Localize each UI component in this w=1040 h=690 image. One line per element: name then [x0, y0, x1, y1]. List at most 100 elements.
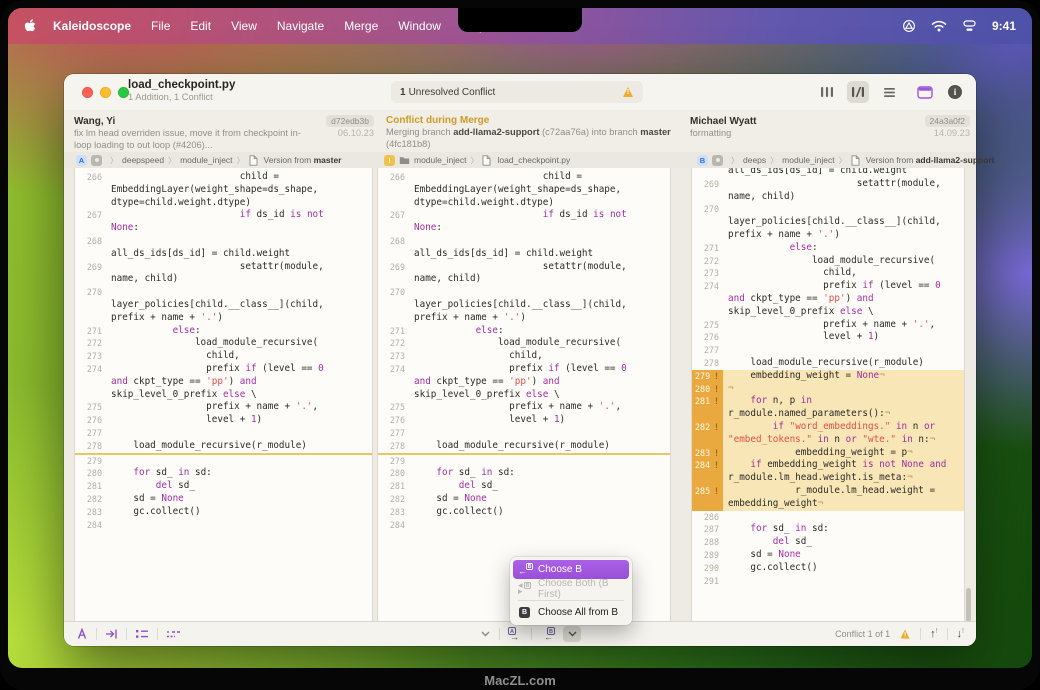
commit-info-row: Wang, Yi d72edb3b fix lm head overriden …: [64, 110, 976, 153]
code-line: 288 del sd_: [692, 536, 964, 549]
breadcrumb-file[interactable]: load_checkpoint.py: [482, 155, 570, 166]
choose-b-menu-chevron[interactable]: [563, 626, 581, 642]
merge-info: Conflict during Merge Merging branch add…: [386, 110, 672, 152]
code-line: 274 prefix if (level == 0: [692, 280, 964, 293]
scrollbar-thumb[interactable]: [966, 588, 971, 622]
line-number: 284: [75, 519, 106, 532]
next-conflict-button[interactable]: ↓!: [957, 628, 964, 640]
breadcrumb-item[interactable]: deepspeed: [122, 155, 164, 165]
chevron-down-icon[interactable]: [478, 627, 492, 641]
code-line: and ckpt_type == 'pp') and: [75, 376, 372, 389]
code-line: 273 child,: [692, 267, 964, 280]
indent-guides-icon[interactable]: [105, 628, 118, 640]
menu-item-merge[interactable]: Merge: [344, 19, 378, 33]
line-number: [378, 312, 409, 325]
code-line: 282 sd = None: [378, 493, 670, 506]
kaleidoscope-window: load_checkpoint.py 1 Addition, 1 Conflic…: [64, 74, 976, 646]
breadcrumb-file[interactable]: Version from master: [249, 155, 342, 166]
code-line: 273 child,: [75, 350, 372, 363]
choose-b-icon: B←: [518, 563, 533, 576]
breadcrumb-item[interactable]: deeps: [743, 155, 766, 165]
code-line: 269 setattr(module,: [75, 261, 372, 274]
code-line: 271 else:: [378, 325, 670, 338]
divider: [126, 628, 127, 640]
menu-item-kaleidoscope[interactable]: Kaleidoscope: [53, 19, 131, 33]
pane-base-code[interactable]: 266 child =EmbeddingLayer(weight_shape=d…: [377, 168, 671, 622]
line-number: 272: [692, 255, 723, 268]
code-line: 272 load_module_recursive(: [378, 337, 670, 350]
context-menu-item-choose-b[interactable]: B←Choose B: [513, 560, 629, 579]
code-line: 274 prefix if (level == 0: [378, 363, 670, 376]
line-number: 274: [75, 363, 106, 376]
line-number: 272: [378, 337, 409, 350]
menu-item-navigate[interactable]: Navigate: [277, 19, 324, 33]
fluid-view-icon[interactable]: [847, 81, 869, 103]
code-line: 275 prefix + name + '.',: [75, 401, 372, 414]
breadcrumb-file[interactable]: Version from add-llama2-support: [851, 155, 995, 166]
apple-menu-icon[interactable]: [24, 19, 37, 34]
line-number: 269: [378, 261, 409, 274]
menu-item-view[interactable]: View: [231, 19, 257, 33]
breadcrumb-item[interactable]: module_inject: [782, 155, 834, 165]
pane-a-code[interactable]: 266 child =EmbeddingLayer(weight_shape=d…: [74, 168, 373, 622]
code-line: 274 prefix if (level == 0: [75, 363, 372, 376]
menu-bar-items: FileEditViewNavigateMergeWindowHelp: [151, 19, 506, 33]
line-number: 278: [378, 440, 409, 453]
window-subtitle: 1 Addition, 1 Conflict: [128, 92, 235, 102]
breadcrumb-item[interactable]: module_inject: [414, 155, 466, 165]
close-button[interactable]: [82, 87, 93, 98]
invisibles-icon[interactable]: [166, 628, 182, 640]
line-number: 285!: [692, 485, 723, 498]
code-line: 279: [75, 455, 372, 468]
code-line: 267 if ds_id is not: [378, 209, 670, 222]
line-number: 289: [692, 549, 723, 562]
breadcrumb-item[interactable]: module_inject: [180, 155, 232, 165]
commit-b-author: Michael Wyatt: [690, 116, 757, 127]
line-number: [75, 248, 106, 261]
line-number: 273: [75, 350, 106, 363]
code-line: 284: [378, 519, 670, 532]
line-number: 288: [692, 536, 723, 549]
line-number: [378, 197, 409, 210]
context-menu-item-choose-all-from-b[interactable]: BChoose All from B: [513, 603, 629, 622]
wifi-icon[interactable]: [931, 20, 947, 32]
choose-a-button[interactable]: A→: [507, 627, 524, 641]
unified-view-icon[interactable]: [878, 81, 900, 103]
file-browser-icon[interactable]: [917, 86, 933, 99]
line-number: 277: [75, 427, 106, 440]
line-number: [378, 184, 409, 197]
menu-item-file[interactable]: File: [151, 19, 170, 33]
conflict-navigator[interactable]: 1 Unresolved Conflict: [391, 81, 643, 103]
line-numbers-icon[interactable]: [135, 628, 149, 640]
code-line: skip_level_0_prefix else \: [692, 306, 964, 319]
line-number: 291: [692, 575, 723, 588]
line-number: [692, 434, 723, 447]
code-line: 266 child =: [378, 171, 670, 184]
line-number: 272: [75, 337, 106, 350]
control-center-icon[interactable]: [962, 20, 977, 32]
line-number: [75, 312, 106, 325]
line-number: [378, 222, 409, 235]
line-number: [75, 222, 106, 235]
code-line: 287 for sd_ in sd:: [692, 523, 964, 536]
line-number: [692, 216, 723, 229]
pane-b-code[interactable]: all_ds_ids[ds_id] = child.weight269 seta…: [691, 168, 965, 622]
info-button[interactable]: i: [948, 85, 962, 99]
line-number: [378, 273, 409, 286]
choose-b-button[interactable]: B←: [539, 627, 556, 641]
code-line: 277: [378, 427, 670, 440]
menu-item-edit[interactable]: Edit: [190, 19, 211, 33]
code-line: 271 else:: [692, 242, 964, 255]
columns-view-icon[interactable]: [816, 81, 838, 103]
text-style-icon[interactable]: [76, 628, 88, 640]
menu-item-label: Choose All from B: [538, 607, 618, 618]
commit-a-author: Wang, Yi: [74, 116, 115, 127]
line-number: [75, 376, 106, 389]
previous-conflict-button[interactable]: ↑!: [930, 628, 937, 640]
code-line: 269 setattr(module,: [692, 178, 964, 191]
menu-item-window[interactable]: Window: [398, 19, 441, 33]
code-line: 290 gc.collect(): [692, 562, 964, 575]
kaleidoscope-status-icon[interactable]: [902, 19, 916, 33]
breadcrumb-separator: 〉: [168, 155, 176, 166]
minimize-button[interactable]: [100, 87, 111, 98]
